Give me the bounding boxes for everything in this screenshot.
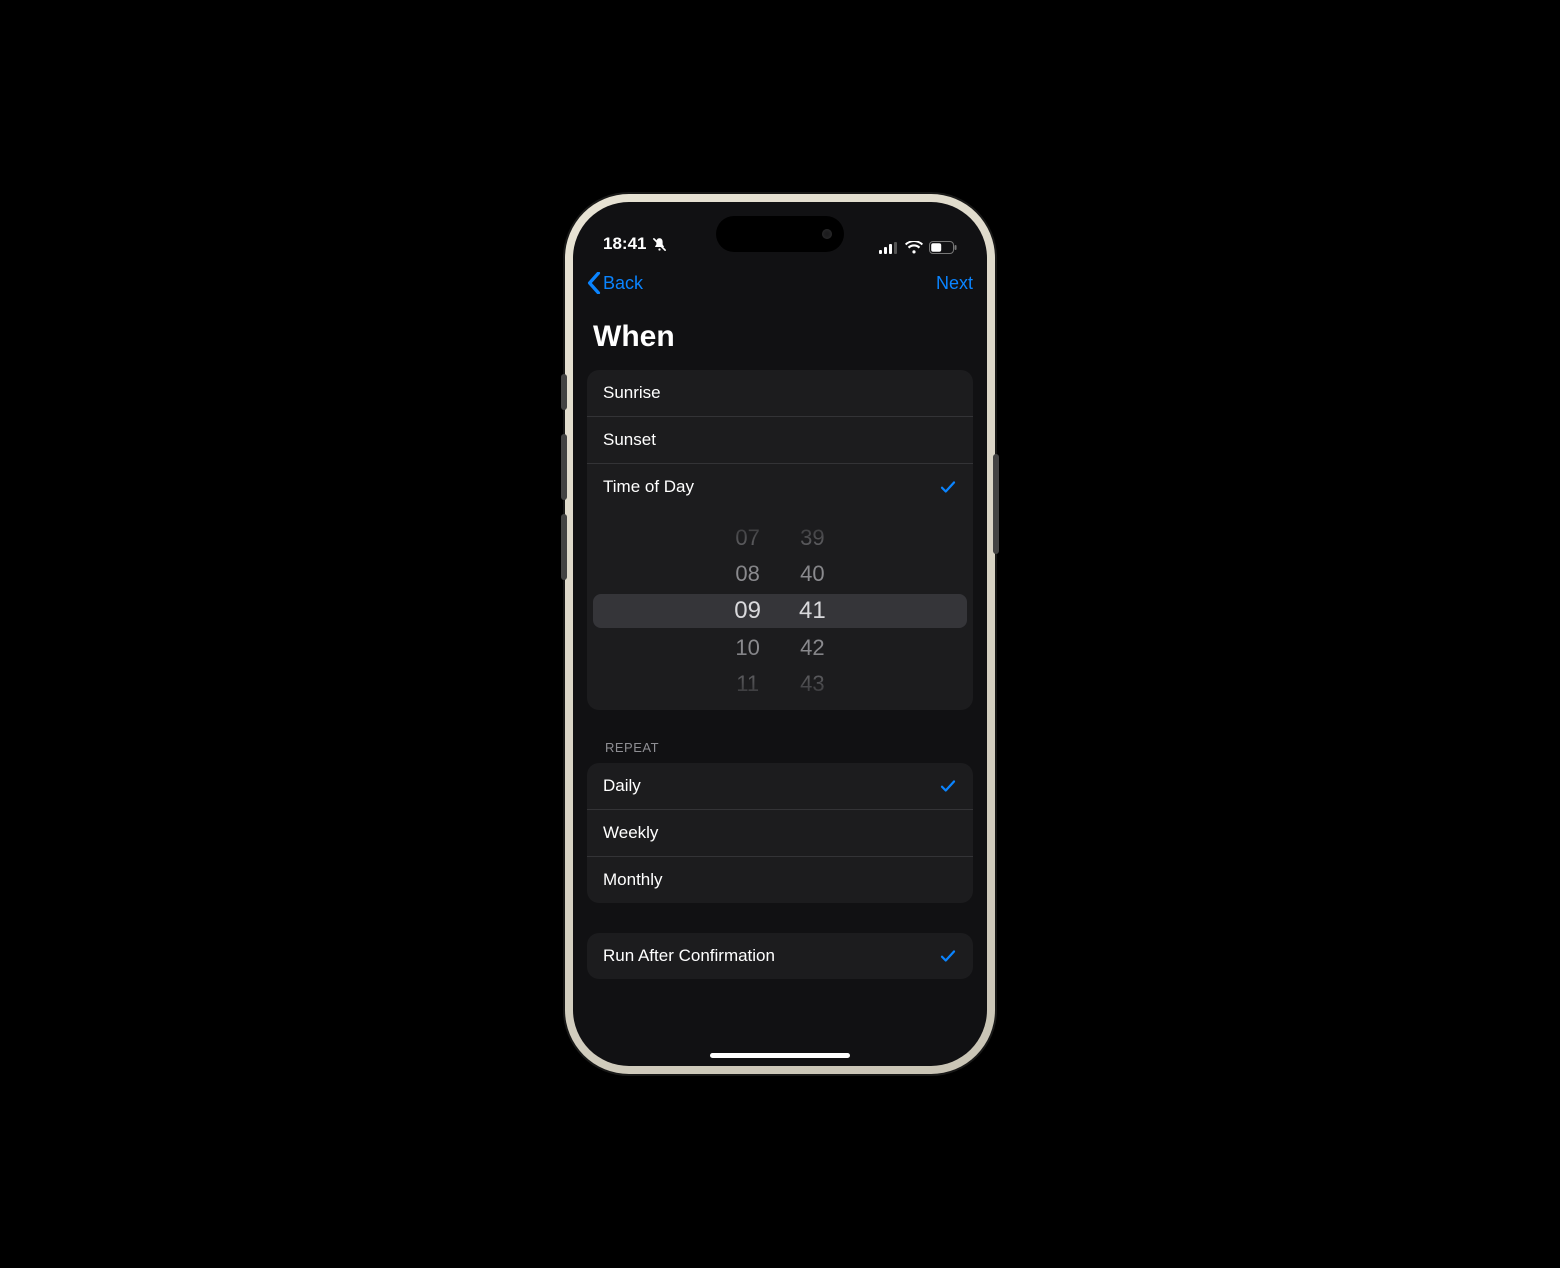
when-option-sunrise[interactable]: Sunrise: [587, 370, 973, 417]
repeat-option-label: Weekly: [603, 823, 658, 843]
when-option-time-of-day[interactable]: Time of Day: [587, 464, 973, 510]
page-title: When: [593, 320, 967, 354]
wifi-icon: [905, 241, 923, 254]
repeat-option-weekly[interactable]: Weekly: [587, 810, 973, 857]
repeat-option-label: Daily: [603, 776, 641, 796]
phone-frame: 18:41 Back Next When Sunrise: [565, 194, 995, 1074]
repeat-group: Daily Weekly Monthly: [587, 763, 973, 903]
picker-value: 42: [800, 635, 824, 661]
minute-wheel[interactable]: 38 39 40 41 42 43 44: [799, 511, 826, 710]
dynamic-island: [716, 216, 844, 252]
checkmark-icon: [939, 777, 957, 795]
picker-value: 10: [735, 635, 759, 661]
screen: 18:41 Back Next When Sunrise: [573, 202, 987, 1066]
next-button[interactable]: Next: [936, 273, 973, 294]
picker-value: 08: [735, 561, 759, 587]
content: When Sunrise Sunset Time of Day 06: [573, 308, 987, 1066]
repeat-option-daily[interactable]: Daily: [587, 763, 973, 810]
picker-value: 40: [800, 561, 824, 587]
back-button[interactable]: Back: [587, 272, 643, 294]
when-option-label: Sunset: [603, 430, 656, 450]
picker-value: 39: [800, 525, 824, 551]
picker-value: 07: [735, 525, 759, 551]
cell-signal-icon: [879, 242, 899, 254]
picker-value-selected: 09: [734, 597, 761, 625]
status-right: [879, 241, 957, 254]
checkmark-icon: [939, 947, 957, 965]
picker-highlight: [593, 594, 967, 628]
status-left: 18:41: [603, 234, 667, 254]
picker-value: 44: [800, 707, 824, 711]
repeat-option-label: Monthly: [603, 870, 663, 890]
time-picker[interactable]: 06 07 08 09 10 11 12 38 39 40 41 42: [587, 510, 973, 710]
dnd-icon: [652, 237, 667, 252]
repeat-header: REPEAT: [605, 740, 955, 755]
confirm-label: Run After Confirmation: [603, 946, 775, 966]
side-button-volume-up: [561, 434, 567, 500]
when-group: Sunrise Sunset Time of Day 06 07 08: [587, 370, 973, 710]
run-after-confirmation-row[interactable]: Run After Confirmation: [587, 933, 973, 979]
hour-wheel[interactable]: 06 07 08 09 10 11 12: [734, 511, 761, 710]
repeat-option-monthly[interactable]: Monthly: [587, 857, 973, 903]
checkmark-icon: [939, 478, 957, 496]
picker-value-selected: 41: [799, 597, 826, 625]
picker-value: 12: [735, 707, 759, 711]
side-button-volume-down: [561, 514, 567, 580]
when-option-label: Time of Day: [603, 477, 694, 497]
battery-icon: [929, 241, 957, 254]
when-option-label: Sunrise: [603, 383, 661, 403]
side-button-power: [993, 454, 999, 554]
when-option-sunset[interactable]: Sunset: [587, 417, 973, 464]
status-time: 18:41: [603, 234, 646, 254]
picker-value: 43: [800, 671, 824, 697]
picker-value: 11: [736, 671, 759, 697]
camera-dot-icon: [822, 229, 832, 239]
side-button-silence: [561, 374, 567, 410]
chevron-left-icon: [587, 272, 601, 294]
back-label: Back: [603, 273, 643, 294]
confirm-group: Run After Confirmation: [587, 933, 973, 979]
home-indicator[interactable]: [710, 1053, 850, 1058]
nav-bar: Back Next: [573, 258, 987, 308]
